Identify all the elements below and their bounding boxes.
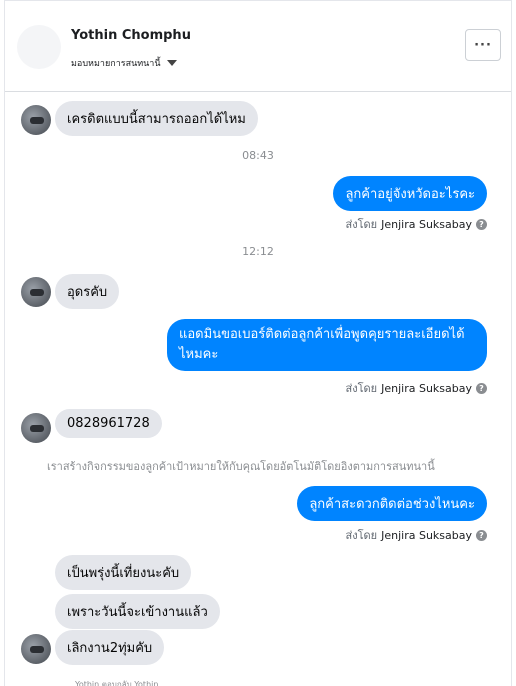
sent-by-prefix: ส่งโดย <box>345 218 378 231</box>
agent-name: Jenjira Suksabay <box>381 528 472 542</box>
incoming-message[interactable]: เครดิตแบบนี้สามารถออกได้ไหม <box>55 101 258 136</box>
incoming-message[interactable]: เลิกงาน2ทุ่มคับ <box>55 630 165 665</box>
incoming-message[interactable]: อุดรคับ <box>55 274 120 309</box>
agent-name: Jenjira Suksabay <box>381 217 472 231</box>
assign-label: มอบหมายการสนทนานี้ <box>71 59 161 69</box>
outgoing-message[interactable]: ลูกค้าอยู่จังหวัดอะไรคะ <box>333 176 487 211</box>
incoming-message[interactable]: 0828961728 <box>55 409 162 438</box>
message-thread: เครดิตแบบนี้สามารถออกได้ไหม 08:43 ลูกค้า… <box>5 92 511 686</box>
contact-name[interactable]: Yothin Chomphu <box>71 28 191 43</box>
more-options-button[interactable]: ··· <box>465 29 501 61</box>
sender-avatar <box>21 277 51 307</box>
outgoing-message[interactable]: แอดมินขอเบอร์ติดต่อลูกค้าเพื่อพูดคุยรายล… <box>167 319 487 371</box>
chevron-down-icon <box>166 60 177 66</box>
sender-avatar <box>21 634 51 664</box>
sent-by-prefix: ส่งโดย <box>345 382 378 395</box>
help-icon[interactable]: ? <box>476 529 487 541</box>
incoming-message[interactable]: เพราะวันนี้จะเข้างานแล้ว <box>55 594 220 629</box>
assign-conversation-dropdown[interactable]: มอบหมายการสนทนานี้ <box>71 56 177 70</box>
sent-by-label: ส่งโดย Jenjira Suksabay ? <box>346 526 487 544</box>
help-icon[interactable]: ? <box>476 218 487 230</box>
agent-name: Jenjira Suksabay <box>381 381 472 395</box>
help-icon[interactable]: ? <box>476 382 487 394</box>
sender-avatar <box>21 105 51 135</box>
chat-panel: Yothin Chomphu มอบหมายการสนทนานี้ ··· เค… <box>4 0 512 686</box>
conversation-header: Yothin Chomphu มอบหมายการสนทนานี้ ··· <box>5 1 511 92</box>
sender-avatar <box>21 413 51 443</box>
sent-by-label: ส่งโดย Jenjira Suksabay ? <box>346 379 487 397</box>
timestamp: 12:12 <box>242 245 274 258</box>
contact-avatar[interactable] <box>17 25 61 69</box>
timestamp: 08:43 <box>242 149 274 162</box>
outgoing-message[interactable]: ลูกค้าสะดวกติดต่อช่วงไหนคะ <box>297 486 487 521</box>
sent-by-prefix: ส่งโดย <box>345 529 378 542</box>
incoming-message[interactable]: เป็นพรุ่งนี้เที่ยงนะคับ <box>55 555 192 590</box>
sent-by-label: ส่งโดย Jenjira Suksabay ? <box>346 215 487 233</box>
reply-note: Yothin ตอบกลับ Yothin <box>75 680 159 686</box>
lead-activity-notice: เราสร้างกิจกรรมของลูกค้าเป้าหมายให้กับคุ… <box>47 460 435 473</box>
